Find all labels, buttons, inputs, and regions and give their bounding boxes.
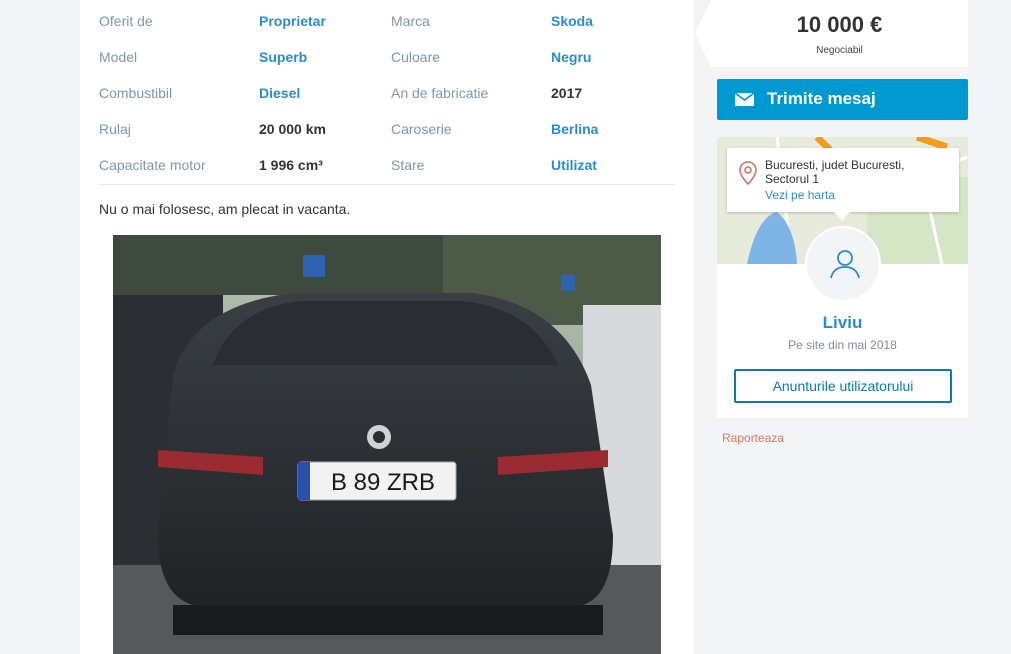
location-pin-icon xyxy=(739,161,757,190)
detail-value-link[interactable]: Diesel xyxy=(259,85,300,101)
detail-label: Marca xyxy=(391,13,430,29)
send-message-label: Trimite mesaj xyxy=(767,89,876,108)
envelope-icon xyxy=(734,92,755,111)
detail-label: Capacitate motor xyxy=(99,157,206,173)
location-text: Bucuresti, judet Bucuresti, Sectorul 1 xyxy=(765,158,945,186)
detail-row: Combustibil Diesel An de fabricatie 2017 xyxy=(99,81,674,117)
detail-label: Oferit de xyxy=(99,13,153,29)
detail-value: 2017 xyxy=(551,85,583,101)
view-on-map-link[interactable]: Vezi pe harta xyxy=(765,188,835,202)
seller-name[interactable]: Liviu xyxy=(717,313,968,333)
ad-main-panel: Oferit de Proprietar Marca Skoda Model S… xyxy=(80,0,694,654)
location-card: Bucuresti, judet Bucuresti, Sectorul 1 V… xyxy=(727,148,959,212)
report-link[interactable]: Raporteaza xyxy=(722,431,784,445)
price-box: 10 000 € Negociabil xyxy=(711,0,968,67)
license-plate: B 89 ZRB xyxy=(331,469,435,496)
detail-value: 20 000 km xyxy=(259,121,326,137)
detail-label: An de fabricatie xyxy=(391,85,489,101)
detail-label: Stare xyxy=(391,157,425,173)
location-line2: Sectorul 1 xyxy=(765,172,820,186)
detail-value-link[interactable]: Utilizat xyxy=(551,157,597,173)
detail-label: Combustibil xyxy=(99,85,173,101)
location-line1: Bucuresti, judet Bucuresti, xyxy=(765,158,905,172)
seller-card: Bucuresti, judet Bucuresti, Sectorul 1 V… xyxy=(717,137,968,418)
price-notch xyxy=(695,0,711,67)
price-value: 10 000 € xyxy=(796,12,883,37)
seller-since: Pe site din mai 2018 xyxy=(788,338,897,352)
ad-description: Nu o mai folosesc, am plecat in vacanta. xyxy=(99,201,351,217)
detail-label: Culoare xyxy=(391,49,441,65)
detail-row: Model Superb Culoare Negru xyxy=(99,45,674,81)
price-negotiable: Negociabil xyxy=(816,45,863,56)
detail-value: 1 996 cm³ xyxy=(259,157,323,173)
avatar[interactable] xyxy=(805,226,881,302)
user-ads-button[interactable]: Anunturile utilizatorului xyxy=(734,369,952,403)
location-card-pointer xyxy=(834,212,850,220)
user-icon xyxy=(828,247,862,286)
car-photo-drawing: B 89 ZRB xyxy=(113,235,661,654)
detail-value-link[interactable]: Negru xyxy=(551,49,591,65)
detail-row: Rulaj 20 000 km Caroserie Berlina xyxy=(99,117,674,153)
car-photo[interactable]: B 89 ZRB xyxy=(113,235,661,654)
detail-value-link[interactable]: Skoda xyxy=(551,13,593,29)
detail-label: Rulaj xyxy=(99,121,131,137)
detail-value-link[interactable]: Superb xyxy=(259,49,307,65)
detail-value-link[interactable]: Berlina xyxy=(551,121,598,137)
detail-value-link[interactable]: Proprietar xyxy=(259,13,326,29)
details-divider xyxy=(99,184,674,185)
detail-row: Oferit de Proprietar Marca Skoda xyxy=(99,9,674,45)
detail-label: Model xyxy=(99,49,138,65)
detail-label: Caroserie xyxy=(391,121,452,137)
send-message-button[interactable]: Trimite mesaj xyxy=(717,79,968,120)
